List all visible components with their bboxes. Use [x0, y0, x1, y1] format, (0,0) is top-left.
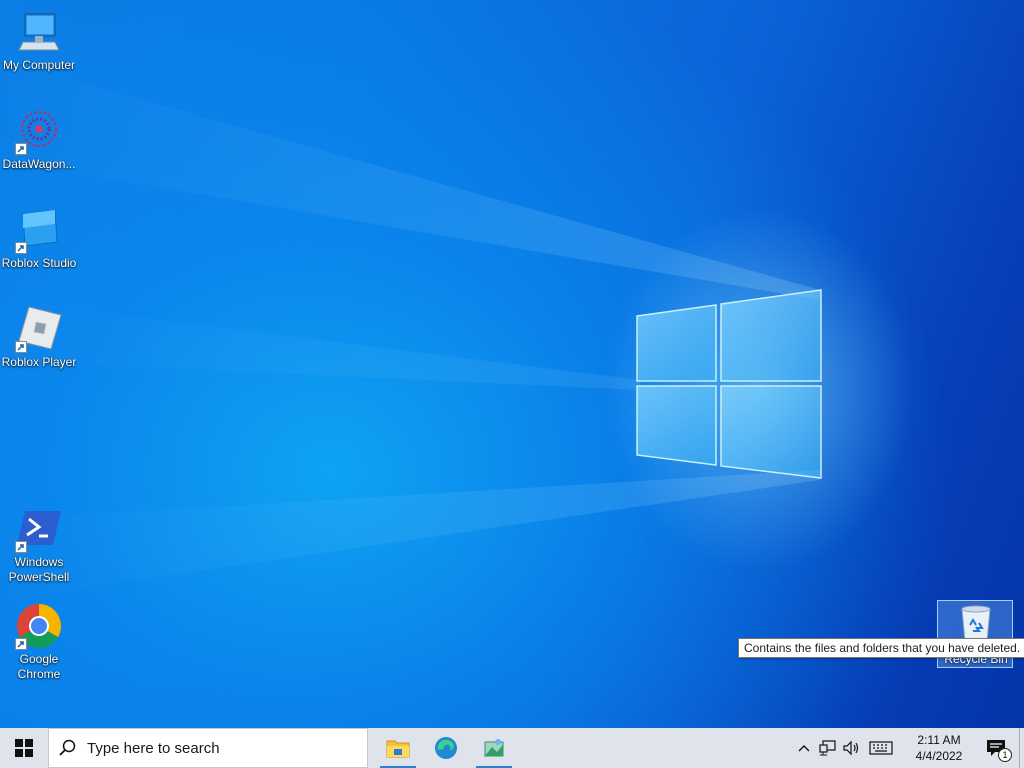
desktop-icon-label: Google Chrome [17, 652, 61, 681]
clock[interactable]: 2:11 AM 4/4/2022 [904, 732, 974, 764]
image-app-icon [484, 739, 504, 757]
chevron-up-icon[interactable] [792, 728, 816, 768]
search-icon [59, 739, 76, 756]
start-button[interactable] [0, 728, 48, 768]
taskbar-app-file-explorer[interactable] [374, 728, 422, 768]
windows-logo-wallpaper [636, 289, 822, 479]
chrome-icon [15, 602, 63, 650]
desktop-icon-my-computer[interactable]: My Computer [0, 8, 78, 73]
keyboard-icon[interactable] [864, 728, 898, 768]
search-placeholder: Type here to search [87, 739, 220, 757]
shortcut-arrow-icon [15, 143, 27, 155]
powershell-icon [15, 505, 63, 553]
desktop-icon-roblox-studio[interactable]: Roblox Studio [0, 206, 78, 271]
file-explorer-icon [386, 740, 410, 758]
volume-icon[interactable] [840, 728, 864, 768]
roblox-studio-icon [15, 206, 63, 254]
desktop-icon-label: My Computer [2, 58, 76, 72]
desktop-icon-label: Roblox Player [1, 355, 77, 369]
shortcut-arrow-icon [15, 541, 27, 553]
desktop-icon-roblox-player[interactable]: Roblox Player [0, 305, 78, 370]
roblox-player-icon [15, 305, 63, 353]
clock-time: 2:11 AM [917, 733, 961, 747]
datawagon-icon [15, 107, 63, 155]
taskbar-app-image[interactable] [470, 728, 518, 768]
desktop-icon-label: Roblox Studio [1, 256, 77, 270]
action-center-button[interactable]: 1 [974, 728, 1018, 768]
tooltip: Contains the files and folders that you … [738, 638, 1024, 658]
recycle-bin-icon [952, 603, 1000, 643]
desktop-icon-datawagon[interactable]: DataWagon... [0, 107, 78, 172]
computer-icon [15, 8, 63, 56]
desktop-icon-label: DataWagon... [2, 157, 76, 171]
notification-count-badge: 1 [998, 748, 1012, 762]
edge-icon [435, 737, 457, 759]
desktop[interactable]: My Computer DataWagon... Roblox Studio R… [0, 0, 1024, 728]
desktop-icon-label: Windows PowerShell [8, 555, 70, 584]
windows-start-icon [15, 739, 33, 757]
system-tray: 2:11 AM 4/4/2022 1 [792, 728, 1024, 768]
taskbar: Type here to search 2:11 AM 4/4/2022 1 [0, 728, 1024, 768]
shortcut-arrow-icon [15, 341, 27, 353]
shortcut-arrow-icon [15, 242, 27, 254]
desktop-icon-google-chrome[interactable]: Google Chrome [0, 602, 78, 682]
shortcut-arrow-icon [15, 638, 27, 650]
network-icon[interactable] [816, 728, 840, 768]
desktop-icon-powershell[interactable]: Windows PowerShell [0, 505, 78, 585]
taskbar-app-edge[interactable] [422, 728, 470, 768]
taskbar-search-box[interactable]: Type here to search [48, 728, 368, 768]
wallpaper-light-beams [0, 60, 820, 600]
clock-date: 4/4/2022 [915, 749, 963, 763]
show-desktop-button[interactable] [1019, 728, 1024, 768]
